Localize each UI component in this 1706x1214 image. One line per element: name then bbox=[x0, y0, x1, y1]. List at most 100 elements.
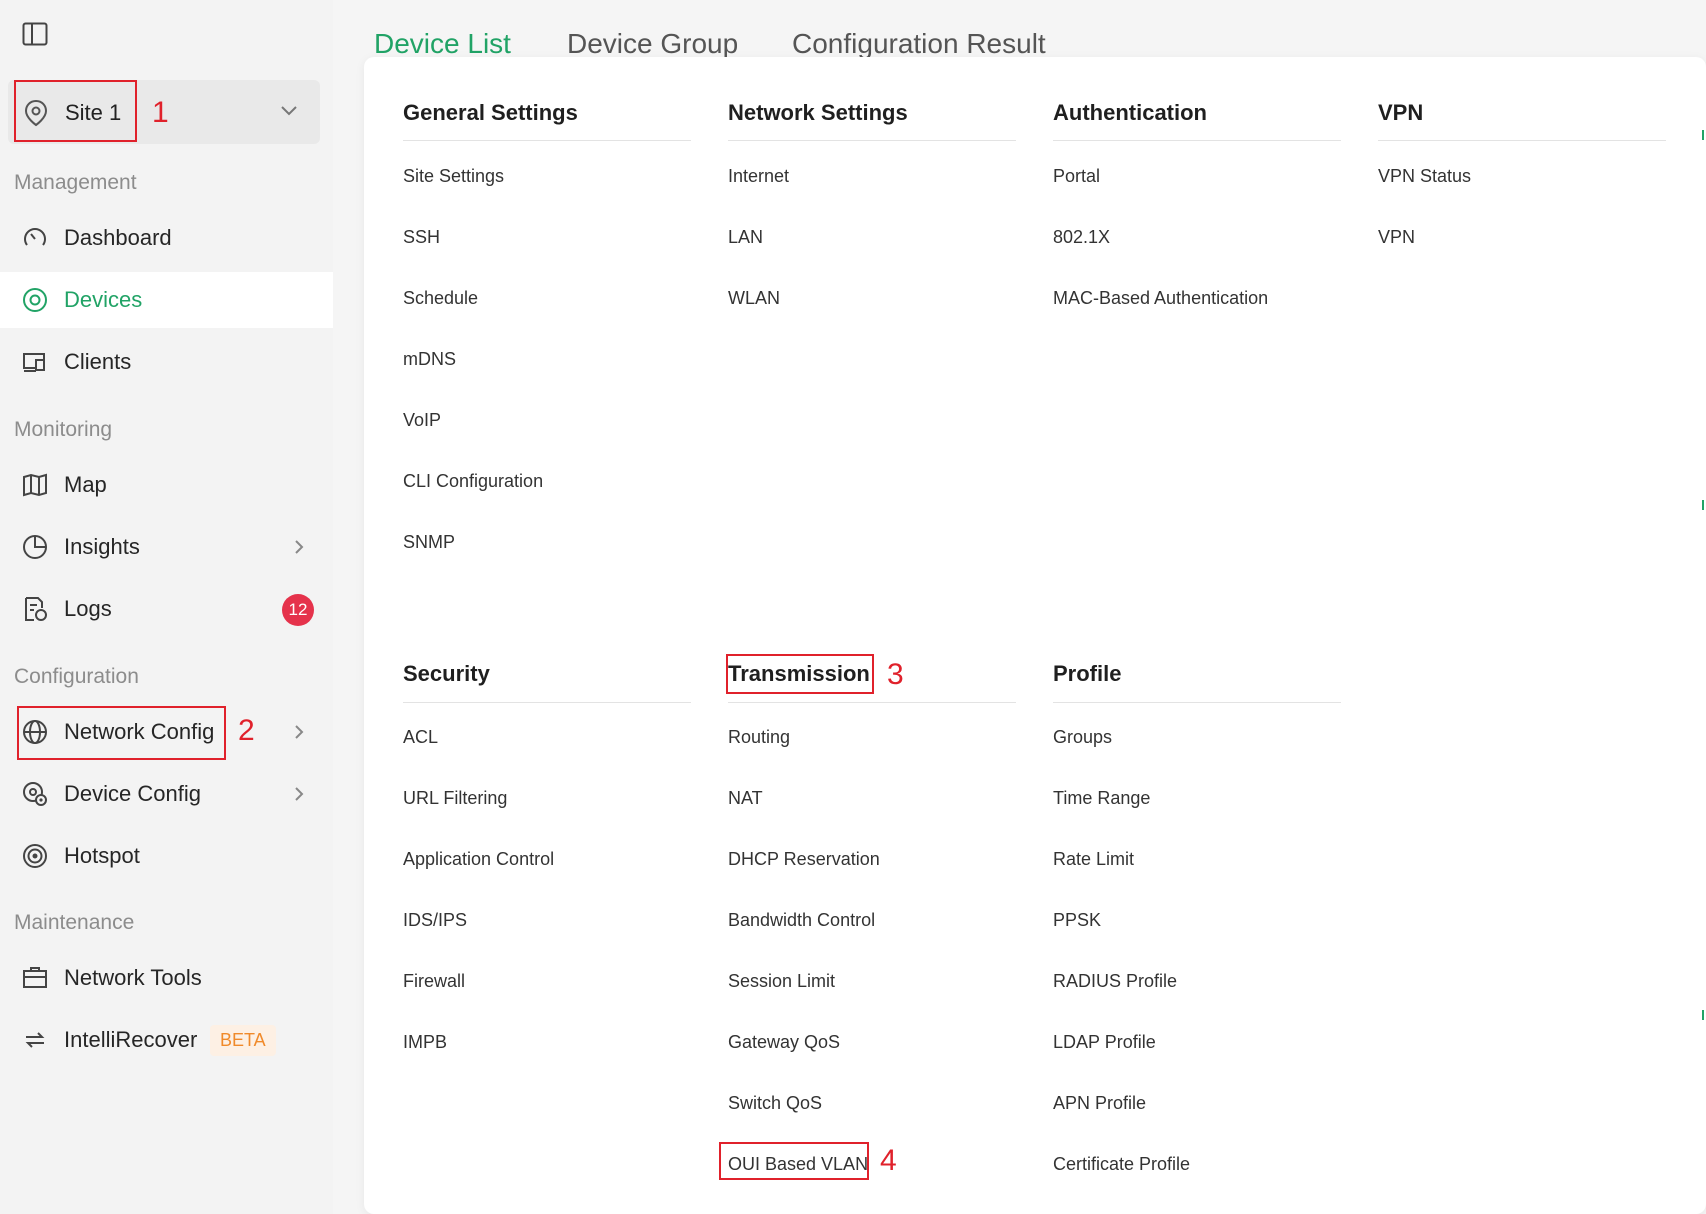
sidebar-item-hotspot[interactable]: Hotspot bbox=[0, 828, 333, 884]
annotation-number-1: 1 bbox=[152, 96, 169, 129]
sidebar-item-label: Map bbox=[64, 472, 107, 497]
tab-device-list[interactable]: Device List bbox=[374, 28, 511, 60]
menu-item-certificate-profile[interactable]: Certificate Profile bbox=[1053, 1154, 1190, 1175]
menu-item-oui-based-vlan[interactable]: OUI Based VLAN bbox=[728, 1154, 868, 1175]
menu-item-cli-configuration[interactable]: CLI Configuration bbox=[403, 471, 543, 492]
sidebar-item-label: Logs bbox=[64, 596, 112, 621]
sidebar-item-label: Insights bbox=[64, 534, 140, 559]
menu-item-ssh[interactable]: SSH bbox=[403, 227, 440, 248]
sidebar-toggle-icon[interactable] bbox=[22, 22, 48, 46]
sidebar-item-dashboard[interactable]: Dashboard bbox=[0, 210, 333, 266]
sidebar-item-logs[interactable]: Logs 12 bbox=[0, 581, 333, 637]
menu-item-vpn[interactable]: VPN bbox=[1378, 227, 1415, 248]
menu-item-ids-ips[interactable]: IDS/IPS bbox=[403, 910, 467, 931]
tab-device-group[interactable]: Device Group bbox=[567, 28, 738, 60]
menu-item-dhcp-reservation[interactable]: DHCP Reservation bbox=[728, 849, 880, 870]
menu-item-rate-limit[interactable]: Rate Limit bbox=[1053, 849, 1134, 870]
devices-icon bbox=[22, 287, 48, 313]
menu-item-application-control[interactable]: Application Control bbox=[403, 849, 554, 870]
menu-item-impb[interactable]: IMPB bbox=[403, 1032, 447, 1053]
sidebar-item-insights[interactable]: Insights bbox=[0, 519, 333, 575]
sidebar-item-device-config[interactable]: Device Config bbox=[0, 766, 333, 822]
sidebar-item-intellirecover[interactable]: IntelliRecover BETA bbox=[0, 1012, 333, 1068]
clients-icon bbox=[22, 349, 48, 375]
sidebar-item-label: IntelliRecover bbox=[64, 1027, 198, 1052]
logs-count-badge: 12 bbox=[282, 594, 314, 626]
location-pin-icon bbox=[24, 99, 48, 132]
menu-item-site-settings[interactable]: Site Settings bbox=[403, 166, 504, 187]
menu-item-ldap-profile[interactable]: LDAP Profile bbox=[1053, 1032, 1156, 1053]
divider bbox=[1378, 140, 1666, 141]
annotation-number-2: 2 bbox=[238, 714, 255, 747]
menu-item-switch-qos[interactable]: Switch QoS bbox=[728, 1093, 822, 1114]
menu-item-internet[interactable]: Internet bbox=[728, 166, 789, 187]
toolbox-icon bbox=[22, 965, 48, 991]
menu-item-radius-profile[interactable]: RADIUS Profile bbox=[1053, 971, 1177, 992]
menu-heading-transmission: Transmission bbox=[728, 661, 870, 686]
menu-item-wlan[interactable]: WLAN bbox=[728, 288, 780, 309]
sidebar-item-label: Devices bbox=[64, 287, 143, 312]
menu-item-mdns[interactable]: mDNS bbox=[403, 349, 456, 370]
pie-chart-icon bbox=[22, 534, 48, 560]
dashboard-icon bbox=[22, 225, 48, 251]
menu-heading-network-settings: Network Settings bbox=[728, 100, 908, 125]
menu-item-bandwidth-control[interactable]: Bandwidth Control bbox=[728, 910, 875, 931]
menu-heading-profile: Profile bbox=[1053, 661, 1122, 686]
device-config-icon bbox=[22, 781, 48, 807]
edge-accent bbox=[1702, 130, 1704, 140]
menu-item-mac-based-authentication[interactable]: MAC-Based Authentication bbox=[1053, 288, 1268, 309]
sidebar-item-label: Hotspot bbox=[64, 843, 140, 868]
sidebar-item-map[interactable]: Map bbox=[0, 457, 333, 513]
divider bbox=[403, 702, 691, 703]
menu-item-url-filtering[interactable]: URL Filtering bbox=[403, 788, 507, 809]
menu-heading-authentication: Authentication bbox=[1053, 100, 1207, 125]
menu-item-acl[interactable]: ACL bbox=[403, 727, 438, 748]
menu-heading-vpn: VPN bbox=[1378, 100, 1424, 125]
menu-item-apn-profile[interactable]: APN Profile bbox=[1053, 1093, 1146, 1114]
beta-badge: BETA bbox=[210, 1025, 276, 1056]
chevron-right-icon bbox=[294, 786, 304, 807]
globe-icon bbox=[22, 719, 48, 745]
menu-heading-general-settings: General Settings bbox=[403, 100, 578, 125]
sync-icon bbox=[22, 1027, 48, 1053]
logs-icon bbox=[22, 596, 48, 622]
menu-item-8021x[interactable]: 802.1X bbox=[1053, 227, 1110, 248]
menu-item-groups[interactable]: Groups bbox=[1053, 727, 1112, 748]
menu-item-gateway-qos[interactable]: Gateway QoS bbox=[728, 1032, 840, 1053]
menu-item-portal[interactable]: Portal bbox=[1053, 166, 1100, 187]
edge-accent bbox=[1702, 500, 1704, 510]
divider bbox=[1053, 702, 1341, 703]
sidebar-item-label: Device Config bbox=[64, 781, 201, 806]
menu-heading-security: Security bbox=[403, 661, 490, 686]
network-config-menu bbox=[364, 57, 1706, 1214]
sidebar-item-label: Clients bbox=[64, 349, 132, 374]
site-label: Site 1 bbox=[65, 100, 122, 125]
sidebar-item-clients[interactable]: Clients bbox=[0, 334, 333, 390]
menu-item-session-limit[interactable]: Session Limit bbox=[728, 971, 835, 992]
menu-item-time-range[interactable]: Time Range bbox=[1053, 788, 1150, 809]
menu-item-schedule[interactable]: Schedule bbox=[403, 288, 478, 309]
tab-configuration-result[interactable]: Configuration Result bbox=[792, 28, 1046, 60]
menu-item-vpn-status[interactable]: VPN Status bbox=[1378, 166, 1471, 187]
menu-item-routing[interactable]: Routing bbox=[728, 727, 790, 748]
sidebar-item-network-tools[interactable]: Network Tools bbox=[0, 950, 333, 1006]
menu-item-ppsk[interactable]: PPSK bbox=[1053, 910, 1101, 931]
section-monitoring: Monitoring bbox=[14, 418, 113, 441]
menu-item-snmp[interactable]: SNMP bbox=[403, 532, 455, 553]
divider bbox=[728, 140, 1016, 141]
chevron-right-icon bbox=[294, 724, 304, 745]
map-icon bbox=[22, 472, 48, 498]
edge-accent bbox=[1702, 1010, 1704, 1020]
menu-item-nat[interactable]: NAT bbox=[728, 788, 763, 809]
section-configuration: Configuration bbox=[14, 665, 139, 688]
menu-item-firewall[interactable]: Firewall bbox=[403, 971, 465, 992]
sidebar-item-label: Network Tools bbox=[64, 965, 202, 990]
sidebar-item-devices[interactable]: Devices bbox=[0, 272, 333, 328]
menu-item-voip[interactable]: VoIP bbox=[403, 410, 441, 431]
menu-item-lan[interactable]: LAN bbox=[728, 227, 763, 248]
hotspot-icon bbox=[22, 843, 48, 869]
section-management: Management bbox=[14, 171, 137, 194]
sidebar-item-label: Dashboard bbox=[64, 225, 172, 250]
sidebar-item-network-config[interactable]: Network Config bbox=[0, 704, 333, 760]
sidebar-item-label: Network Config bbox=[64, 719, 215, 744]
